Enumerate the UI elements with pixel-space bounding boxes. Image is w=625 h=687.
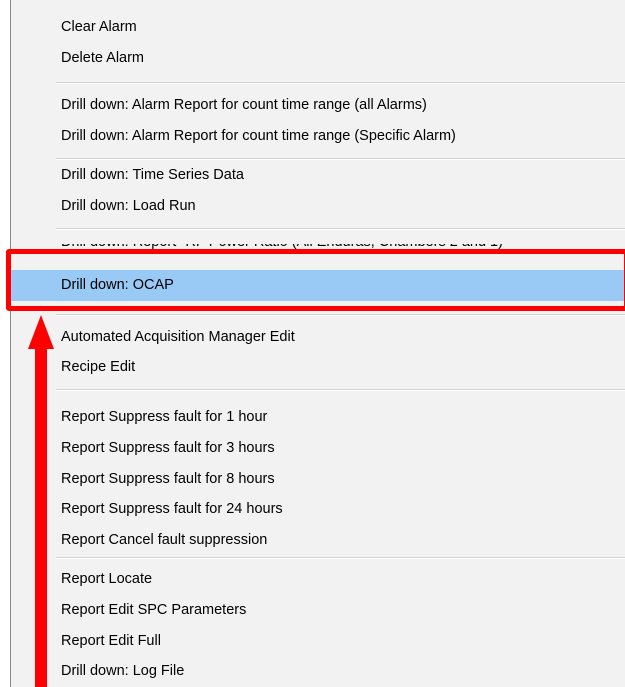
menu-item-delete-alarm[interactable]: Delete Alarm — [11, 43, 625, 74]
menu-item-suppress-3-hours[interactable]: Report Suppress fault for 3 hours — [11, 433, 625, 464]
menu-item-log-file[interactable]: Drill down: Log File — [11, 656, 625, 687]
context-menu: Clear Alarm Delete Alarm Drill down: Ala… — [10, 0, 625, 687]
menu-item-report-edit-full[interactable]: Report Edit Full — [11, 626, 625, 657]
annotation-arrow-shaft — [35, 345, 47, 687]
menu-item-cancel-fault-suppression[interactable]: Report Cancel fault suppression — [11, 525, 625, 556]
menu-item-acquisition-manager-edit[interactable]: Automated Acquisition Manager Edit — [11, 322, 625, 353]
menu-item-suppress-24-hours[interactable]: Report Suppress fault for 24 hours — [11, 494, 625, 525]
annotation-arrow-head — [28, 315, 54, 349]
menu-item-suppress-8-hours[interactable]: Report Suppress fault for 8 hours — [11, 464, 625, 495]
menu-item-edit-spc-parameters[interactable]: Report Edit SPC Parameters — [11, 595, 625, 626]
menu-item-alarm-report-all[interactable]: Drill down: Alarm Report for count time … — [11, 90, 625, 121]
menu-item-suppress-1-hour[interactable]: Report Suppress fault for 1 hour — [11, 402, 625, 433]
menu-item-report-locate[interactable]: Report Locate — [11, 564, 625, 595]
menu-separator — [56, 228, 625, 230]
menu-separator — [56, 314, 625, 316]
annotation-highlight-box — [6, 249, 625, 311]
menu-item-recipe-edit[interactable]: Recipe Edit — [11, 352, 625, 383]
menu-item-time-series-data[interactable]: Drill down: Time Series Data — [11, 160, 625, 191]
menu-item-alarm-report-specific[interactable]: Drill down: Alarm Report for count time … — [11, 121, 625, 152]
menu-item-load-run[interactable]: Drill down: Load Run — [11, 191, 625, 222]
menu-separator — [56, 557, 625, 559]
menu-item-clear-alarm[interactable]: Clear Alarm — [11, 12, 625, 43]
menu-separator — [56, 82, 625, 84]
menu-separator — [56, 389, 625, 391]
